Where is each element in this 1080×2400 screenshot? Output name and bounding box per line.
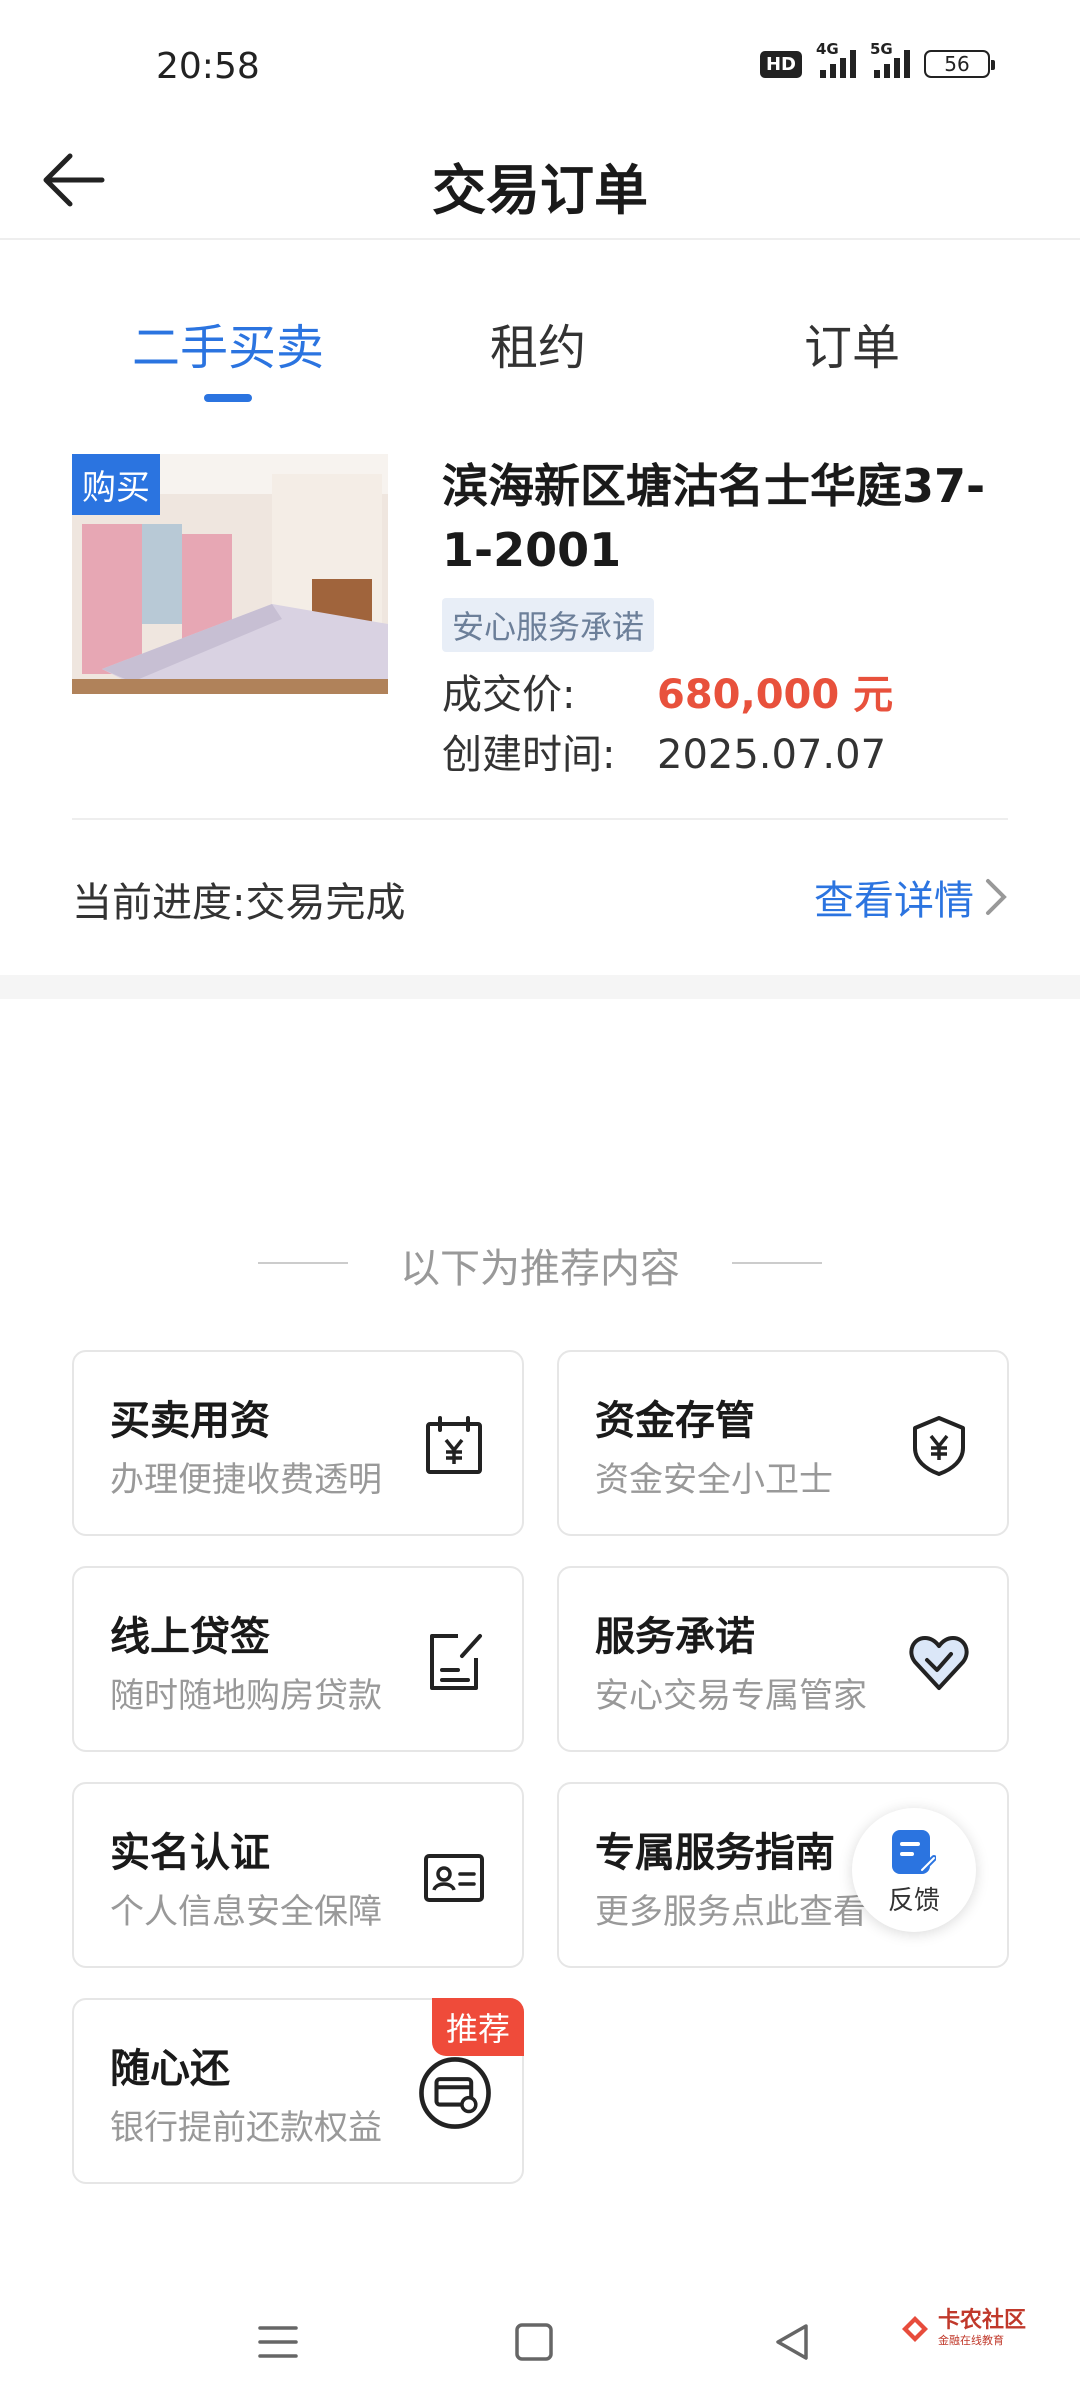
rec-card-subtitle: 安心交易专属管家 [595,1676,867,1716]
recommend-title: 以下为推荐内容 [400,1246,680,1292]
sign-document-icon [430,1634,482,1690]
rec-card-online-loan[interactable]: 线上贷签 随时随地购房贷款 [72,1566,524,1752]
buy-badge: 购买 [72,454,160,515]
watermark-sub: 金融在线教育 [938,2334,1004,2347]
shield-yuan-icon [913,1416,965,1476]
rec-card-subtitle: 银行提前还款权益 [110,2108,382,2148]
rec-card-title: 随心还 [110,2046,230,2092]
divider-line-right [732,1262,822,1264]
price-row: 成交价: 680,000 元 [442,662,893,720]
feedback-label: 反馈 [887,1886,940,1916]
tab-orders[interactable]: 订单 [804,308,900,378]
progress-status: 当前进度:交易完成 [72,880,406,926]
feedback-button[interactable]: 反馈 [852,1808,976,1932]
signal-4g-icon: 4G [816,40,856,78]
rec-card-real-name-auth[interactable]: 实名认证 个人信息安全保障 [72,1782,524,1968]
home-square-icon[interactable] [512,2320,556,2364]
rec-card-flexible-repay[interactable]: 随心还 银行提前还款权益 推荐 [72,1998,524,2184]
rec-card-subtitle: 更多服务点此查看 [595,1892,867,1932]
heart-check-icon [909,1636,969,1690]
chevron-right-icon [986,879,1007,915]
view-details-label: 查看详情 [814,878,974,924]
watermark-text: 卡农社区 [938,2308,1027,2333]
view-details-link[interactable]: 查看详情 [814,868,1008,926]
tab-secondhand[interactable]: 二手买卖 [132,308,324,378]
service-tag: 安心服务承诺 [442,598,655,652]
rec-card-service-promise[interactable]: 服务承诺 安心交易专属管家 [557,1566,1009,1752]
rec-card-title: 服务承诺 [595,1614,755,1660]
rec-card-title: 线上贷签 [110,1614,270,1660]
status-bar: 20:58 HD 4G 5G 56 [0,0,1080,120]
watermark: 卡农社区 金融在线教育 [900,2310,1026,2348]
rec-card-title: 专属服务指南 [595,1830,835,1876]
menu-icon[interactable] [256,2320,300,2364]
id-card-icon [424,1854,484,1902]
rec-card-transaction-funds[interactable]: 买卖用资 办理便捷收费透明 [72,1350,524,1536]
hd-icon: HD [759,50,802,78]
page-title: 交易订单 [432,159,648,222]
calendar-yuan-icon [426,1416,482,1474]
section-separator [0,975,1080,999]
feedback-edit-icon [892,1830,936,1874]
listing-title: 滨海新区塘沽名士华庭37-1-2001 [442,459,986,577]
created-row: 创建时间: 2025.07.07 [442,722,886,780]
rec-card-title: 买卖用资 [110,1398,270,1444]
divider [72,818,1008,820]
back-triangle-icon[interactable] [770,2320,814,2364]
tab-lease[interactable]: 租约 [490,308,586,378]
watermark-logo-icon [902,2316,928,2342]
recommend-badge: 推荐 [431,1998,524,2056]
rec-card-title: 实名认证 [110,1830,270,1876]
rec-card-fund-custody[interactable]: 资金存管 资金安全小卫士 [557,1350,1009,1536]
status-icons: HD 4G 5G 56 [759,40,995,78]
created-value: 2025.07.07 [657,732,887,778]
price-label: 成交价: [442,672,576,718]
battery-icon: 56 [924,50,995,78]
rec-card-subtitle: 办理便捷收费透明 [110,1460,382,1500]
order-card[interactable]: 购买 滨海新区塘沽名士华庭37-1-2001 安心服务承诺 成交价: 680,00… [0,430,1080,975]
created-label: 创建时间: [442,732,616,778]
app-header: 交易订单 [0,120,1080,240]
price-value: 680,000 元 [657,672,894,718]
status-time: 20:58 [156,46,260,87]
tab-bar: 二手买卖 租约 订单 [0,280,1080,410]
tab-indicator [204,394,252,402]
signal-5g-icon: 5G [870,40,910,78]
rec-card-title: 资金存管 [595,1398,755,1444]
rec-card-subtitle: 随时随地购房贷款 [110,1676,382,1716]
rec-card-subtitle: 资金安全小卫士 [595,1460,833,1500]
card-clock-icon [419,2057,491,2129]
rec-card-subtitle: 个人信息安全保障 [110,1892,382,1932]
